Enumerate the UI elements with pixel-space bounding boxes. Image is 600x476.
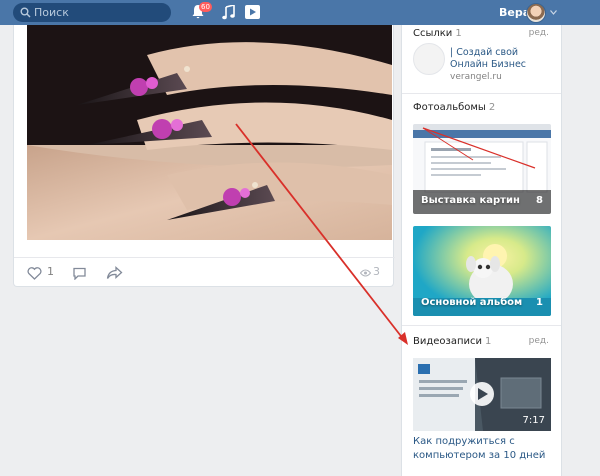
- music-icon[interactable]: [222, 5, 235, 20]
- album-title: Основной альбом: [421, 297, 523, 308]
- links-edit-link[interactable]: ред.: [529, 28, 549, 38]
- post-photo[interactable]: [27, 25, 392, 240]
- videos-section-title[interactable]: Видеозаписи 1: [413, 336, 491, 347]
- divider: [402, 93, 561, 94]
- album-main[interactable]: Основной альбом 1: [413, 226, 551, 316]
- video-thumbnail[interactable]: 7:17: [413, 358, 551, 431]
- avatar[interactable]: [526, 3, 546, 23]
- link-thumbnail[interactable]: [413, 43, 445, 75]
- link-url: verangel.ru: [450, 72, 502, 82]
- chevron-down-icon[interactable]: [550, 10, 557, 15]
- comment-icon[interactable]: [72, 267, 87, 280]
- share-icon[interactable]: [106, 266, 123, 280]
- video-title[interactable]: Как подружиться с компьютером за 10 дней: [413, 435, 558, 463]
- link-title[interactable]: | Создай свой Онлайн Бизнес: [450, 47, 558, 71]
- album-exhibition[interactable]: Выставка картин 8: [413, 124, 551, 214]
- like-count: 1: [47, 265, 54, 278]
- right-sidebar: Ссылки 1 ред. | Создай свой Онлайн Бизнес…: [401, 25, 562, 476]
- video-play-icon[interactable]: [245, 5, 260, 19]
- links-section-title[interactable]: Ссылки 1: [413, 28, 462, 39]
- videos-edit-link[interactable]: ред.: [529, 336, 549, 346]
- video-duration: 7:17: [522, 415, 545, 426]
- top-bar: Поиск 60 Вера: [0, 0, 600, 25]
- divider: [402, 325, 561, 326]
- search-input[interactable]: Поиск: [13, 3, 171, 22]
- album-title: Выставка картин: [421, 195, 520, 206]
- notifications-badge: 60: [199, 2, 212, 12]
- post-actions: 1 3: [14, 257, 395, 287]
- albums-section-title[interactable]: Фотоальбомы 2: [413, 102, 495, 113]
- view-count: 3: [373, 265, 380, 278]
- album-count: 1: [536, 297, 543, 308]
- search-placeholder: Поиск: [34, 6, 69, 19]
- album-count: 8: [536, 195, 543, 206]
- search-icon: [20, 7, 31, 18]
- eye-icon: [360, 269, 371, 277]
- like-icon[interactable]: [27, 267, 42, 280]
- post-card: 1 3: [13, 25, 395, 287]
